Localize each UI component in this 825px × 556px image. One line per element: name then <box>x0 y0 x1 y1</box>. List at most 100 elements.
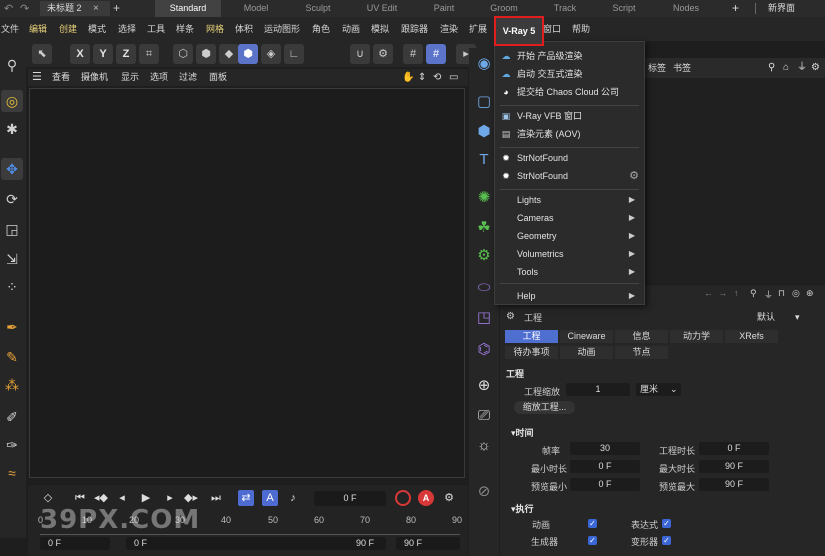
menu-item-render-elements[interactable]: ▤ 渲染元素 (AOV) <box>495 125 644 143</box>
menu-simulate[interactable]: 模拟 <box>371 17 389 41</box>
lock-z-button[interactable]: Z <box>116 44 136 64</box>
autokey-settings-icon[interactable]: A <box>262 490 278 506</box>
range-end-field[interactable]: 90 F <box>396 537 460 550</box>
unit-select[interactable]: 厘米 ⌄ <box>636 383 681 396</box>
target-icon[interactable]: ◎ <box>792 288 800 299</box>
viewport-canvas[interactable] <box>29 88 465 478</box>
menu-vray[interactable]: V-Ray 5 <box>494 16 544 46</box>
add-icon[interactable]: ⊕ <box>806 288 814 299</box>
grid-icon[interactable]: # <box>403 44 423 64</box>
forward-arrow-icon[interactable]: → <box>718 288 727 298</box>
mode-select[interactable]: 默认 ▾ <box>757 311 817 324</box>
menu-edit[interactable]: 编辑 <box>29 17 47 41</box>
section-time[interactable]: ▾时间 <box>511 426 534 439</box>
field-icon[interactable]: ◳ <box>472 306 496 330</box>
menu-item-start-production-render[interactable]: ☁ 开始 产品级渲染 <box>495 47 644 65</box>
menu-item-volumetrics[interactable]: Volumetrics ▶ <box>495 245 644 263</box>
knife-icon[interactable]: ⁂ <box>1 374 23 396</box>
object-manager-tab-tags[interactable]: 标签 <box>648 58 666 78</box>
search-icon[interactable]: ⚲ <box>1 54 23 76</box>
hamburger-icon[interactable]: ☰ <box>32 69 42 86</box>
lock-icon[interactable]: ⊓ <box>778 288 785 299</box>
undo-icon[interactable]: ↶ <box>4 2 13 15</box>
document-tab[interactable]: 未标题 2 <box>40 1 110 16</box>
model-mode-icon[interactable]: ⬢ <box>238 44 258 64</box>
menu-create[interactable]: 创建 <box>59 17 77 41</box>
tab-animation[interactable]: 动画 <box>560 346 613 359</box>
sound-icon[interactable]: ♪ <box>285 490 301 506</box>
brush-icon[interactable]: ✐ <box>1 406 23 428</box>
orbit-icon[interactable]: ⟲ <box>433 69 441 86</box>
spline-pen-icon[interactable]: ✒ <box>1 316 23 338</box>
layout-tab-script[interactable]: Script <box>592 0 656 17</box>
layout-tab-uv-edit[interactable]: UV Edit <box>350 0 414 17</box>
pan-icon[interactable]: ✋ <box>402 69 414 86</box>
menu-item-submit-chaos-cloud[interactable]: ◕ 提交给 Chaos Cloud 公司 <box>495 83 644 101</box>
menu-select[interactable]: 选择 <box>118 17 136 41</box>
layout-tab-sculpt[interactable]: Sculpt <box>286 0 350 17</box>
settings-icon[interactable]: ⚙ <box>811 58 820 78</box>
menu-mograph[interactable]: 运动图形 <box>264 17 300 41</box>
texture-mode-icon[interactable]: ◈ <box>261 44 281 64</box>
tab-nodes[interactable]: 节点 <box>615 346 668 359</box>
project-scale-field[interactable]: 1 <box>566 383 630 396</box>
fps-field[interactable]: 30 <box>570 442 640 455</box>
menu-item-cameras[interactable]: Cameras ▶ <box>495 209 644 227</box>
move-icon[interactable]: ✥ <box>1 158 23 180</box>
tag-icon[interactable]: ⊘ <box>472 480 496 504</box>
pen-icon[interactable]: ✑ <box>1 434 23 456</box>
menu-animation[interactable]: 动画 <box>342 17 360 41</box>
previous-frame-icon[interactable]: ◂ <box>114 490 130 506</box>
menu-help[interactable]: 帮助 <box>572 17 590 41</box>
lock-y-button[interactable]: Y <box>93 44 113 64</box>
tab-xrefs[interactable]: XRefs <box>725 330 778 343</box>
viewport-menu-panel[interactable]: 面板 <box>209 69 227 86</box>
menu-item-strnotfound-2[interactable]: ✹ StrNotFound ⚙ <box>495 167 644 185</box>
duration-field[interactable]: 0 F <box>699 442 769 455</box>
menu-spline[interactable]: 样条 <box>176 17 194 41</box>
search-icon[interactable]: ⚲ <box>750 288 757 299</box>
go-to-end-icon[interactable]: ⏭ <box>208 490 224 506</box>
new-tab-button[interactable]: + <box>113 0 120 16</box>
polygons-mode-icon[interactable]: ◆ <box>219 44 239 64</box>
menu-file[interactable]: 文件 <box>1 17 19 41</box>
bend-icon[interactable]: ⌬ <box>472 338 496 362</box>
menu-item-tools[interactable]: Tools ▶ <box>495 263 644 281</box>
tab-cineware[interactable]: Cineware <box>560 330 613 343</box>
layout-tab-groom[interactable]: Groom <box>472 0 536 17</box>
home-icon[interactable]: ⌂ <box>783 58 789 78</box>
tab-info[interactable]: 信息 <box>615 330 668 343</box>
add-layout-button[interactable]: + <box>732 0 739 16</box>
points-mode-icon[interactable]: ⬡ <box>173 44 193 64</box>
sketch-icon[interactable]: ✎ <box>1 346 23 368</box>
menu-item-strnotfound-1[interactable]: ✹ StrNotFound <box>495 149 644 167</box>
live-selection-icon[interactable]: ◎ <box>1 90 23 112</box>
menu-render[interactable]: 渲染 <box>440 17 458 41</box>
up-arrow-icon[interactable]: ↑ <box>734 288 739 298</box>
filter-icon[interactable]: ⏚ <box>797 58 807 78</box>
expression-checkbox[interactable]: ✓ <box>662 519 671 528</box>
next-key-icon[interactable]: ◆▸ <box>183 490 199 506</box>
record-icon[interactable] <box>395 490 411 506</box>
maximize-icon[interactable]: ▭ <box>449 69 458 86</box>
preview-min-field[interactable]: 0 F <box>570 478 640 491</box>
max-time-field[interactable]: 90 F <box>699 460 769 473</box>
menu-item-help[interactable]: Help ▶ <box>495 287 644 305</box>
camera-object-icon[interactable]: ⎚ <box>472 404 496 428</box>
search-icon[interactable]: ⚲ <box>768 58 775 78</box>
back-arrow-icon[interactable]: ← <box>704 288 713 298</box>
tab-todo[interactable]: 待办事项 <box>505 346 558 359</box>
coordinate-system-icon[interactable]: ⌗ <box>139 44 159 64</box>
menu-volume[interactable]: 体积 <box>235 17 253 41</box>
spline-icon[interactable]: ≈ <box>1 462 23 484</box>
cloner-icon[interactable]: ☘ <box>472 216 496 240</box>
loop-icon[interactable]: ⇄ <box>238 490 254 506</box>
keyframe-icon[interactable]: ◇ <box>40 490 56 506</box>
selection-tools-icon[interactable]: ✱ <box>1 118 23 140</box>
lock-x-button[interactable]: X <box>70 44 90 64</box>
section-execution[interactable]: ▾执行 <box>511 502 534 515</box>
menu-window[interactable]: 窗口 <box>543 17 561 41</box>
primitive-icon[interactable]: ⬢ <box>472 120 496 144</box>
scale-project-button[interactable]: 缩放工程... <box>514 401 575 414</box>
new-ui-button[interactable]: 新界面 <box>768 0 795 17</box>
